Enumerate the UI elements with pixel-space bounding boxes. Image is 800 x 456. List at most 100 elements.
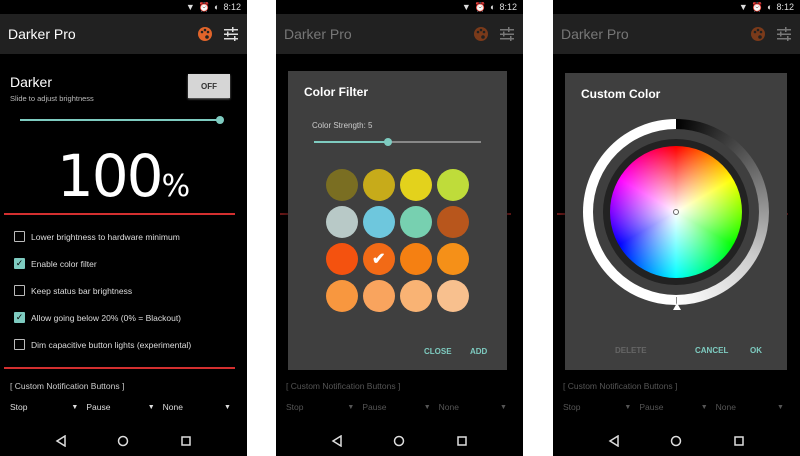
color-swatch[interactable] (400, 169, 432, 201)
option-status-bar[interactable]: Keep status bar brightness (14, 285, 132, 296)
option-below-20[interactable]: ✓ Allow going below 20% (0% = Blackout) (14, 312, 181, 323)
dropdown-value: None (438, 402, 459, 412)
color-swatch[interactable] (437, 206, 469, 238)
tune-icon[interactable] (499, 26, 515, 42)
back-icon[interactable] (331, 435, 343, 447)
dropdown-stop[interactable]: Stop ▼ (563, 402, 637, 412)
brightness-readout: 100% (0, 142, 247, 210)
home-icon[interactable] (670, 435, 682, 447)
dropdown-pause[interactable]: Pause ▼ (86, 402, 160, 412)
color-swatch[interactable] (326, 206, 358, 238)
color-swatch[interactable] (437, 280, 469, 312)
color-swatch[interactable] (437, 169, 469, 201)
caret-down-icon: ▼ (71, 403, 79, 411)
color-swatch[interactable] (326, 169, 358, 201)
checkbox-checked[interactable]: ✓ (14, 312, 25, 323)
tune-icon[interactable] (223, 26, 239, 42)
checkbox[interactable] (14, 339, 25, 350)
wifi-icon: ▼ (185, 2, 195, 12)
home-icon[interactable] (117, 435, 129, 447)
notification-dropdowns: Stop ▼ Pause ▼ None ▼ (553, 402, 800, 412)
option-label: Allow going below 20% (0% = Blackout) (31, 312, 182, 323)
dropdown-value: Stop (286, 402, 304, 412)
option-hardware-minimum[interactable]: Lower brightness to hardware minimum (14, 231, 180, 242)
close-button[interactable]: CLOSE (424, 347, 452, 356)
custom-notification-header: [ Custom Notification Buttons ] (286, 381, 401, 391)
dialog-title: Color Filter (304, 85, 369, 99)
color-picker-handle[interactable] (673, 209, 679, 215)
palette-icon[interactable] (473, 26, 489, 42)
notification-dropdowns: Stop ▼ Pause ▼ None ▼ (276, 402, 523, 412)
color-swatch[interactable] (400, 280, 432, 312)
ok-button[interactable]: OK (750, 346, 762, 355)
wifi-icon: ▼ (738, 2, 748, 12)
caret-down-icon: ▼ (224, 403, 231, 411)
status-time: 8:12 (499, 2, 517, 12)
battery-icon: ◐ (767, 2, 773, 12)
palette-icon[interactable] (197, 26, 213, 42)
wifi-icon: ▼ (461, 2, 471, 12)
option-color-filter[interactable]: ✓ Enable color filter (14, 258, 97, 269)
app-title: Darker Pro (561, 26, 629, 42)
brightness-slider-knob[interactable] (216, 116, 224, 124)
ring-marker-icon[interactable] (673, 303, 681, 310)
battery-icon: ◐ (214, 2, 220, 12)
cancel-button[interactable]: CANCEL (695, 346, 728, 355)
dropdown-value: Pause (639, 402, 664, 412)
divider (4, 213, 235, 215)
delete-button[interactable]: DELETE (615, 346, 647, 355)
main-content: Darker Slide to adjust brightness OFF 10… (0, 54, 247, 426)
app-bar: Darker Pro (276, 14, 523, 54)
color-swatch[interactable] (363, 280, 395, 312)
color-swatch[interactable] (363, 206, 395, 238)
dropdown-none[interactable]: None ▼ (716, 402, 790, 412)
caret-down-icon: ▼ (500, 403, 507, 411)
caret-down-icon: ▼ (423, 403, 431, 411)
custom-notification-header: [ Custom Notification Buttons ] (563, 381, 678, 391)
color-swatch[interactable] (400, 243, 432, 275)
strength-slider-fill (314, 141, 388, 143)
dropdown-pause[interactable]: Pause ▼ (639, 402, 713, 412)
divider (4, 367, 235, 369)
phone-screen-custom-color: ▼ ⏰ ◐ 8:12 Darker Pro [ Custom Notificat… (553, 0, 800, 456)
palette-icon[interactable] (750, 26, 766, 42)
option-label: Enable color filter (31, 258, 97, 269)
recents-icon[interactable] (456, 435, 468, 447)
dropdown-value: None (162, 402, 183, 412)
recents-icon[interactable] (180, 435, 192, 447)
back-icon[interactable] (55, 435, 67, 447)
nav-bar (553, 426, 800, 456)
brightness-value: 100 (56, 142, 164, 210)
option-capacitive-lights[interactable]: Dim capacitive button lights (experiment… (14, 339, 191, 350)
dropdown-pause[interactable]: Pause ▼ (362, 402, 436, 412)
strength-slider-knob[interactable] (384, 138, 392, 146)
checkbox-checked[interactable]: ✓ (14, 258, 25, 269)
tune-icon[interactable] (776, 26, 792, 42)
home-icon[interactable] (393, 435, 405, 447)
dropdown-stop[interactable]: Stop ▼ (286, 402, 360, 412)
color-swatch[interactable] (437, 243, 469, 275)
dropdown-none[interactable]: None ▼ (439, 402, 513, 412)
back-icon[interactable] (608, 435, 620, 447)
notification-dropdowns: Stop ▼ Pause ▼ None ▼ (0, 402, 247, 412)
caret-down-icon: ▼ (700, 403, 708, 411)
color-swatch[interactable] (400, 206, 432, 238)
dropdown-stop[interactable]: Stop ▼ (10, 402, 84, 412)
darker-subheading: Slide to adjust brightness (10, 94, 94, 103)
add-button[interactable]: ADD (470, 347, 487, 356)
phone-screen-color-filter: ▼ ⏰ ◐ 8:12 Darker Pro [ Custom Notificat… (276, 0, 523, 456)
dialog-title: Custom Color (581, 87, 661, 101)
status-time: 8:12 (223, 2, 241, 12)
caret-down-icon: ▼ (777, 403, 784, 411)
dropdown-value: None (715, 402, 736, 412)
dropdown-none[interactable]: None ▼ (163, 402, 237, 412)
color-swatch[interactable] (326, 243, 358, 275)
brightness-slider[interactable] (20, 119, 220, 121)
dropdown-value: Stop (10, 402, 28, 412)
color-swatch[interactable] (363, 169, 395, 201)
checkbox[interactable] (14, 285, 25, 296)
checkbox[interactable] (14, 231, 25, 242)
color-swatch[interactable] (326, 280, 358, 312)
power-toggle-button[interactable]: OFF (188, 74, 230, 98)
recents-icon[interactable] (733, 435, 745, 447)
